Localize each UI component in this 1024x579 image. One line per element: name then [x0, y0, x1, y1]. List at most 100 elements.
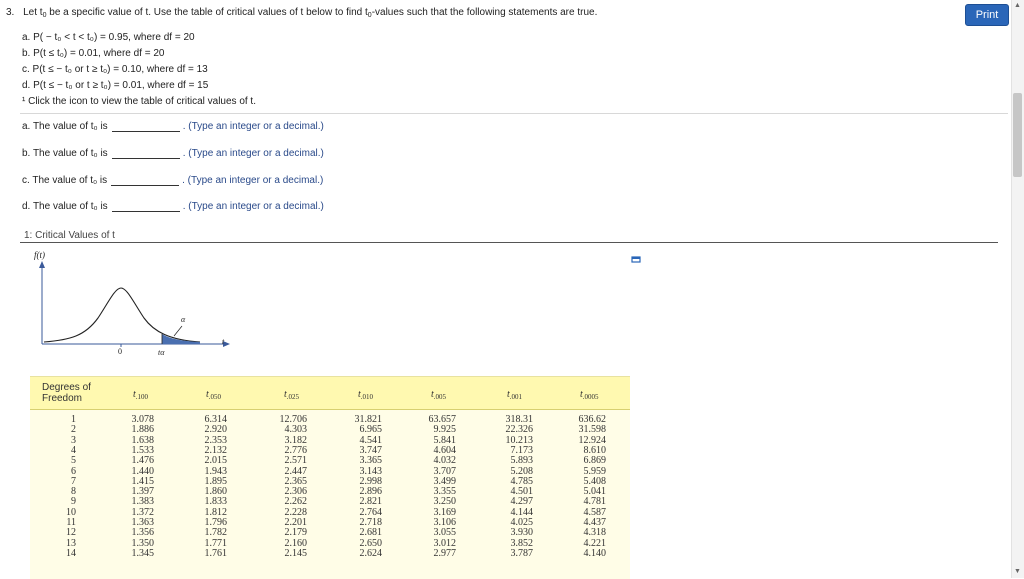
- df-cell: 14: [66, 547, 76, 559]
- answer-input-d[interactable]: [111, 200, 180, 212]
- value-cell: 2.179: [284, 527, 308, 539]
- df-cell: 7: [71, 475, 76, 487]
- t-distribution-graph: [39, 261, 230, 347]
- value-cell: 1.345: [131, 547, 155, 559]
- answer-row-d: d. The value of t₀ is . (Type an integer…: [22, 200, 324, 212]
- graph-zero-label: 0: [118, 347, 122, 356]
- value-cell: 2.145: [284, 547, 308, 559]
- df-cell: 9: [71, 496, 76, 508]
- intro-part-c: -values such that the following statemen…: [371, 7, 598, 18]
- scrollbar-track[interactable]: [1011, 0, 1024, 578]
- value-cell: 1.383: [131, 496, 155, 508]
- value-cell: 2.447: [284, 465, 308, 477]
- value-cell: 4.303: [284, 424, 308, 436]
- col-header-6: t.001: [507, 389, 523, 401]
- value-cell: 2.920: [204, 424, 228, 436]
- col-header-3: t.025: [284, 389, 300, 401]
- answer-hint-b: . (Type an integer or a decimal.): [182, 147, 324, 159]
- scrollbar-thumb[interactable]: [1013, 93, 1022, 177]
- value-cell: 1.833: [204, 496, 228, 508]
- value-cell: 4.032: [433, 455, 457, 467]
- value-cell: 1.440: [131, 465, 155, 477]
- intro-part-a: Let t: [23, 7, 43, 18]
- value-cell: 5.959: [583, 465, 607, 477]
- statement-a: a. P( − t₀ < t < t₀) = 0.95, where df = …: [22, 32, 195, 43]
- answer-input-c[interactable]: [111, 174, 180, 186]
- statement-b: b. P(t ≤ t₀) = 0.01, where df = 20: [22, 48, 165, 59]
- df-cell: 3: [71, 434, 76, 446]
- intro-part-b: be a specific value of t. Use the table …: [46, 7, 368, 18]
- answer-row-a: a. The value of t₀ is . (Type an integer…: [22, 120, 324, 132]
- col-header-1: t.100: [133, 389, 149, 401]
- answer-label-b: b. The value of t₀ is: [22, 147, 108, 159]
- answer-label-c: c. The value of t₀ is: [22, 174, 108, 186]
- answer-hint-a: . (Type an integer or a decimal.): [182, 120, 324, 132]
- popout-icon[interactable]: [631, 251, 641, 263]
- value-cell: 6.869: [583, 455, 607, 467]
- df-cell: 6: [71, 465, 76, 477]
- value-cell: 4.140: [583, 547, 607, 559]
- value-cell: 31.598: [578, 424, 607, 436]
- value-cell: 5.893: [510, 455, 534, 467]
- value-cell: 22.326: [505, 424, 534, 436]
- value-cell: 2.571: [284, 455, 308, 467]
- graph-talpha-label: tα: [158, 348, 165, 357]
- df-cell: 8: [71, 486, 76, 498]
- value-cell: 2.015: [204, 455, 228, 467]
- answer-hint-c: . (Type an integer or a decimal.): [182, 174, 324, 186]
- critical-values-table: Degrees of Freedom t.100 t.050 t.025 t.0…: [30, 376, 630, 579]
- value-cell: 3.143: [359, 465, 383, 477]
- value-cell: 1.886: [131, 424, 155, 436]
- answer-row-c: c. The value of t₀ is . (Type an integer…: [22, 174, 323, 186]
- value-cell: 2.262: [284, 496, 308, 508]
- graph-xlabel: t: [222, 337, 225, 346]
- value-cell: 9.925: [433, 424, 457, 436]
- value-cell: 3.250: [433, 496, 457, 508]
- value-cell: 2.681: [359, 527, 383, 539]
- value-cell: 2.977: [433, 547, 457, 559]
- value-cell: 2.624: [359, 547, 383, 559]
- scroll-down-arrow-icon[interactable]: ▼: [1011, 566, 1024, 578]
- value-cell: 1.943: [204, 465, 228, 477]
- divider: [20, 113, 1008, 114]
- answer-label-d: d. The value of t₀ is: [22, 200, 108, 212]
- value-cell: 3.365: [359, 455, 383, 467]
- table-header: Degrees of Freedom t.100 t.050 t.025 t.0…: [30, 377, 630, 410]
- value-cell: 3.787: [510, 547, 534, 559]
- value-cell: 4.781: [583, 496, 607, 508]
- value-cell: 4.297: [510, 496, 534, 508]
- answer-input-a[interactable]: [111, 120, 180, 132]
- answer-hint-d: . (Type an integer or a decimal.): [182, 200, 324, 212]
- col-header-2: t.050: [206, 389, 222, 401]
- df-cell: 12: [66, 527, 76, 539]
- value-cell: 3.055: [433, 527, 457, 539]
- value-cell: 4.318: [583, 527, 607, 539]
- col-header-5: t.005: [431, 389, 447, 401]
- statement-d: d. P(t ≤ − t₀ or t ≥ t₀) = 0.01, where d…: [22, 80, 209, 91]
- critical-values-rule: [20, 242, 998, 243]
- value-cell: 5.208: [510, 465, 534, 477]
- print-button[interactable]: Print: [965, 4, 1009, 26]
- df-cell: 2: [71, 424, 76, 436]
- value-cell: 1.356: [131, 527, 155, 539]
- df-cell: 1: [71, 414, 76, 425]
- degrees-header: Degrees of Freedom: [42, 382, 91, 404]
- statement-c: c. P(t ≤ − t₀ or t ≥ t₀) = 0.10, where d…: [22, 64, 208, 75]
- critical-values-title: 1: Critical Values of t: [24, 230, 115, 241]
- df-cell: 4: [71, 444, 76, 456]
- value-cell: 1.782: [204, 527, 228, 539]
- answer-label-a: a. The value of t₀ is: [22, 120, 108, 132]
- col-header-7: t.0005: [580, 389, 599, 401]
- question-number: 3.: [6, 7, 15, 18]
- df-cell: 5: [71, 455, 76, 467]
- value-cell: 6.965: [359, 424, 383, 436]
- value-cell: 3.930: [510, 527, 534, 539]
- answer-input-b[interactable]: [111, 147, 180, 159]
- table-link[interactable]: ¹ Click the icon to view the table of cr…: [22, 96, 256, 107]
- value-cell: 1.476: [131, 455, 155, 467]
- answer-row-b: b. The value of t₀ is . (Type an integer…: [22, 147, 324, 159]
- graph-alpha-label: α: [181, 315, 186, 324]
- value-cell: 3.707: [433, 465, 457, 477]
- scroll-up-arrow-icon[interactable]: ▲: [1011, 0, 1024, 12]
- question-prompt: 3. Let t0 be a specific value of t. Use …: [6, 7, 597, 19]
